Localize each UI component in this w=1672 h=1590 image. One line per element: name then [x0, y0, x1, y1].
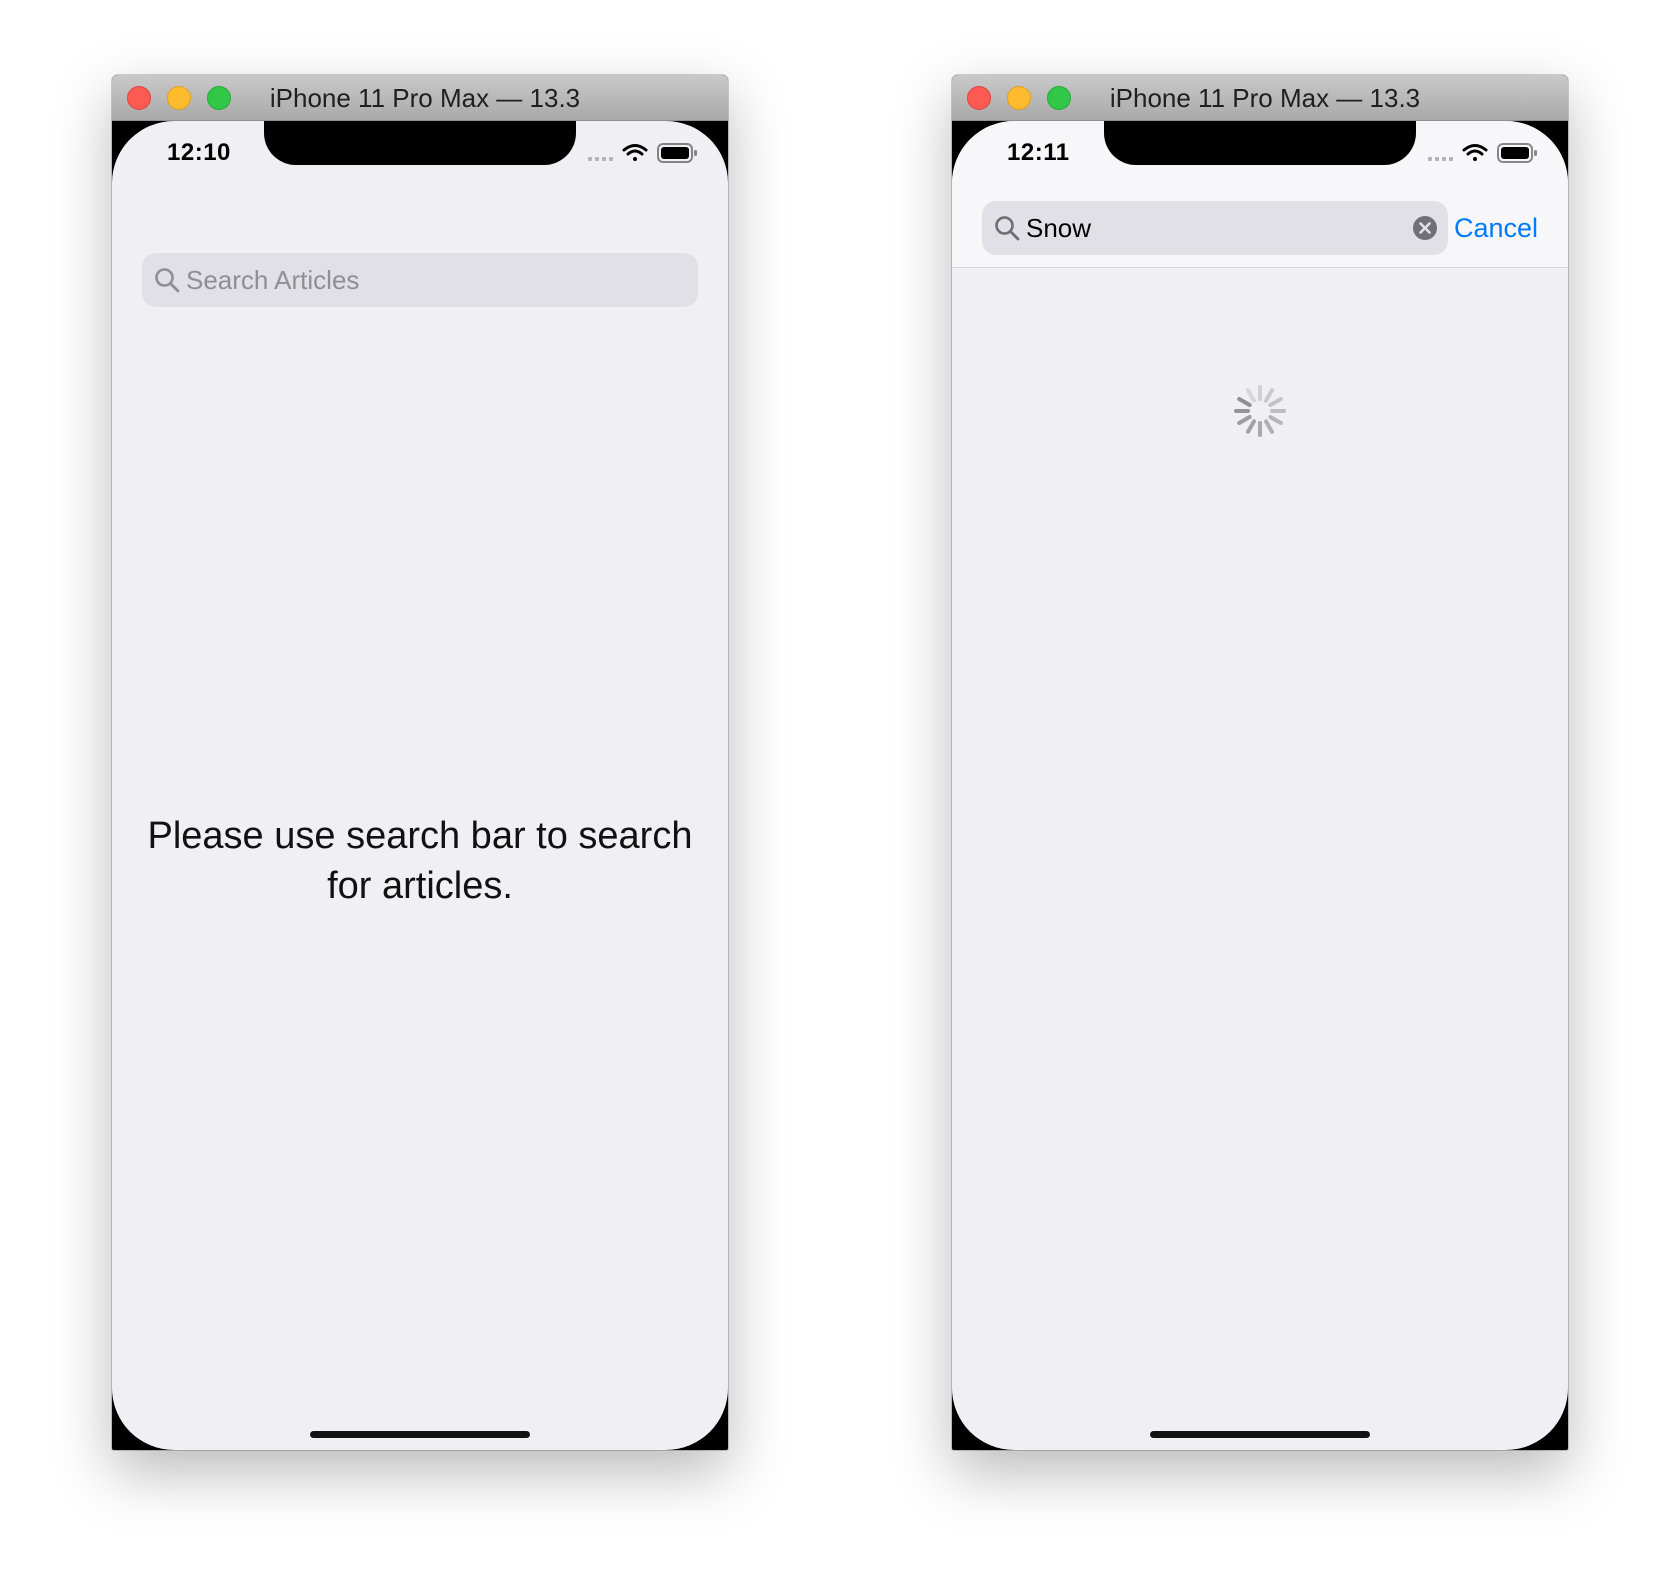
spinner-spoke	[1246, 388, 1256, 403]
search-placeholder: Search Articles	[186, 265, 360, 295]
spinner-spoke	[1264, 419, 1274, 434]
search-text: Snow	[1026, 213, 1092, 243]
device-screen: 12:11 Snow Cancel	[952, 121, 1568, 1450]
desktop: iPhone 11 Pro Max — 13.3 12:10 Search Ar…	[0, 0, 1672, 1590]
device-notch	[264, 121, 576, 165]
nav-bar-divider	[952, 267, 1568, 268]
device-notch	[1104, 121, 1416, 165]
spinner-spoke	[1268, 397, 1283, 407]
simulator-window-left: iPhone 11 Pro Max — 13.3 12:10 Search Ar…	[112, 75, 728, 1450]
spinner-spoke	[1237, 415, 1252, 425]
status-bar-icons	[1428, 143, 1537, 163]
battery-icon	[657, 143, 697, 163]
search-input[interactable]: Search Articles	[142, 253, 698, 307]
cellular-signal-icon	[1428, 157, 1453, 161]
device-screen: 12:10 Search Articles Please use search …	[112, 121, 728, 1450]
spinner-spoke	[1264, 388, 1274, 403]
search-input[interactable]: Snow	[982, 201, 1448, 255]
home-indicator[interactable]	[1150, 1431, 1370, 1438]
search-icon	[155, 268, 180, 293]
cancel-button[interactable]: Cancel	[1454, 201, 1538, 255]
empty-state-message: Please use search bar to search for arti…	[147, 815, 693, 907]
wifi-icon	[1462, 144, 1488, 161]
window-titlebar[interactable]: iPhone 11 Pro Max — 13.3	[112, 75, 728, 121]
window-title: iPhone 11 Pro Max — 13.3	[269, 83, 581, 113]
cellular-signal-icon	[588, 157, 613, 161]
status-bar-time: 12:11	[1007, 139, 1070, 166]
home-indicator[interactable]	[310, 1431, 530, 1438]
wifi-icon	[622, 144, 648, 161]
clear-text-icon[interactable]	[1412, 215, 1438, 241]
window-titlebar[interactable]: iPhone 11 Pro Max — 13.3	[952, 75, 1568, 121]
search-icon	[995, 216, 1020, 241]
spinner-spoke	[1246, 419, 1256, 434]
simulator-window-right: iPhone 11 Pro Max — 13.3 12:11 Snow Canc…	[952, 75, 1568, 1450]
spinner-spoke	[1268, 415, 1283, 425]
activity-indicator-icon	[1234, 385, 1286, 437]
spinner-spoke	[1237, 397, 1252, 407]
battery-icon	[1497, 143, 1537, 163]
status-bar-time: 12:10	[167, 139, 231, 166]
status-bar-icons	[588, 143, 697, 163]
window-title: iPhone 11 Pro Max — 13.3	[1109, 83, 1421, 113]
